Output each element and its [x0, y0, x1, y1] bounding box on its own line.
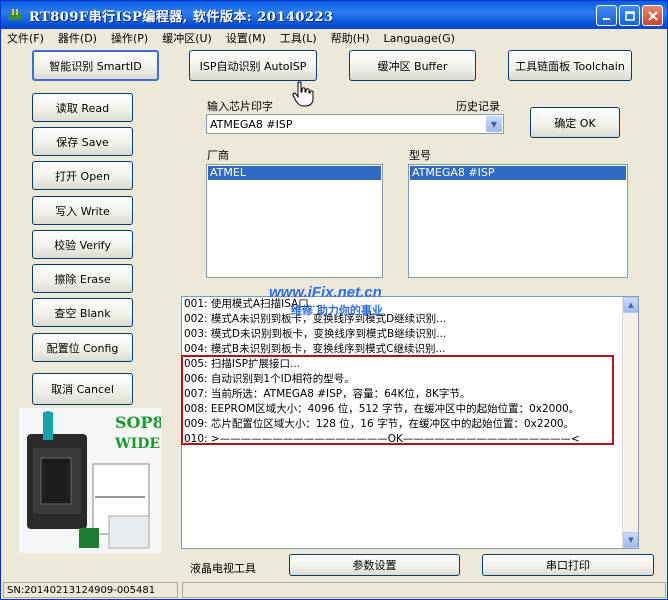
autoisp-button[interactable]: ISP自动识别 AutoISP: [189, 50, 317, 81]
main-window: RT809F串行ISP编程器, 软件版本: 20140223 文件(F) 器件(…: [0, 0, 668, 600]
erase-label: 擦除 Erase: [54, 272, 111, 286]
log-highlight-box: [181, 355, 614, 445]
lcd-tool-label: 液晶电视工具: [190, 562, 256, 575]
smartid-label: 智能识别 SmartID: [49, 59, 142, 73]
app-icon: [9, 9, 21, 20]
verify-label: 校验 Verify: [54, 238, 111, 252]
ok-button[interactable]: 确定 OK: [530, 107, 620, 138]
vendor-item-selected[interactable]: ATMEL: [208, 166, 381, 180]
menu-device[interactable]: 器件(D): [58, 30, 97, 46]
menu-bar: 文件(F) 器件(D) 操作(P) 缓冲区(U) 设置(M) 工具(L) 帮助(…: [1, 29, 667, 47]
maximize-icon: [624, 10, 635, 21]
model-label: 型号: [409, 149, 431, 162]
write-button[interactable]: 写入 Write: [32, 196, 133, 225]
hand-cursor-icon: [292, 81, 314, 107]
menu-language[interactable]: Language(G): [384, 32, 455, 45]
menu-tools[interactable]: 工具(L): [280, 30, 317, 46]
blank-button[interactable]: 查空 Blank: [32, 298, 133, 327]
vendor-label: 厂商: [207, 149, 229, 162]
serial-print-label: 串口打印: [546, 559, 590, 572]
chevron-down-icon[interactable]: ▼: [486, 116, 502, 132]
write-label: 写入 Write: [55, 204, 110, 218]
status-bar-right: [182, 582, 666, 598]
title-bar[interactable]: RT809F串行ISP编程器, 软件版本: 20140223: [1, 1, 667, 29]
chip-input-label: 输入芯片印字: [207, 100, 273, 113]
read-button[interactable]: 读取 Read: [32, 93, 133, 122]
save-label: 保存 Save: [56, 135, 109, 149]
log-scrollbar[interactable]: ▲ ▼: [622, 297, 638, 548]
chip-input-value: ATMEGA8 #ISP: [210, 117, 293, 131]
toolchain-button[interactable]: 工具链面板 Toolchain: [508, 50, 632, 81]
vendor-list[interactable]: ATMEL: [206, 164, 383, 278]
scroll-up-icon[interactable]: ▲: [623, 297, 638, 313]
log-line: 003: 模式D未识别到板卡，变换线序到模式B继续识别...: [184, 328, 447, 340]
open-label: 打开 Open: [55, 169, 110, 183]
chip-input-combo[interactable]: ATMEGA8 #ISP ▼: [206, 114, 504, 134]
toolchain-label: 工具链面板 Toolchain: [515, 59, 625, 73]
close-button[interactable]: [642, 5, 663, 26]
menu-buffer[interactable]: 缓冲区(U): [162, 30, 212, 46]
config-button[interactable]: 配置位 Config: [32, 333, 133, 362]
ok-label: 确定 OK: [554, 116, 596, 130]
socket-wide-text: WIDE: [114, 436, 160, 452]
params-label: 参数设置: [352, 559, 397, 572]
watermark-slogan: 维修 助力你的事业: [291, 304, 383, 317]
smartid-button[interactable]: 智能识别 SmartID: [32, 50, 159, 81]
minimize-icon: [602, 17, 610, 20]
model-list[interactable]: ATMEGA8 #ISP: [408, 164, 628, 278]
close-icon: [647, 10, 658, 21]
log-line: 002: 模式A未识别到板卡，变换线序到模式D继续识别...: [184, 313, 447, 325]
sop8-socket-icon: SOP8 WIDE: [19, 408, 164, 553]
serial-print-button[interactable]: 串口打印: [482, 554, 654, 576]
open-button[interactable]: 打开 Open: [32, 161, 133, 190]
minimize-button[interactable]: [596, 5, 617, 26]
menu-help[interactable]: 帮助(H): [331, 30, 370, 46]
menu-file[interactable]: 文件(F): [7, 30, 44, 46]
config-label: 配置位 Config: [46, 341, 119, 355]
menu-operation[interactable]: 操作(P): [111, 30, 148, 46]
socket-image: SOP8 WIDE: [19, 408, 164, 553]
cancel-button[interactable]: 取消 Cancel: [32, 373, 133, 405]
menu-settings[interactable]: 设置(M): [226, 30, 266, 46]
window-title: RT809F串行ISP编程器, 软件版本: 20140223: [29, 9, 334, 25]
status-sn: SN:20140213124909-005481: [3, 582, 178, 598]
socket-sop8-text: SOP8: [115, 413, 161, 432]
save-button[interactable]: 保存 Save: [32, 127, 133, 156]
erase-button[interactable]: 擦除 Erase: [32, 264, 133, 293]
blank-label: 查空 Blank: [54, 306, 111, 320]
autoisp-label: ISP自动识别 AutoISP: [199, 59, 307, 73]
cancel-label: 取消 Cancel: [51, 383, 114, 396]
sn-text: SN:20140213124909-005481: [7, 584, 156, 596]
watermark-site: www.iFix.net.cn: [269, 284, 382, 301]
log-line: 001: 使用模式A扫描ISA口...: [184, 298, 319, 310]
scroll-down-icon[interactable]: ▼: [623, 532, 638, 548]
params-button[interactable]: 参数设置: [289, 554, 460, 576]
model-item-selected[interactable]: ATMEGA8 #ISP: [410, 166, 626, 180]
maximize-button[interactable]: [619, 5, 640, 26]
read-label: 读取 Read: [55, 101, 110, 115]
buffer-label: 缓冲区 Buffer: [377, 59, 448, 73]
history-label: 历史记录: [456, 100, 500, 113]
verify-button[interactable]: 校验 Verify: [32, 230, 133, 259]
buffer-button[interactable]: 缓冲区 Buffer: [349, 50, 476, 81]
